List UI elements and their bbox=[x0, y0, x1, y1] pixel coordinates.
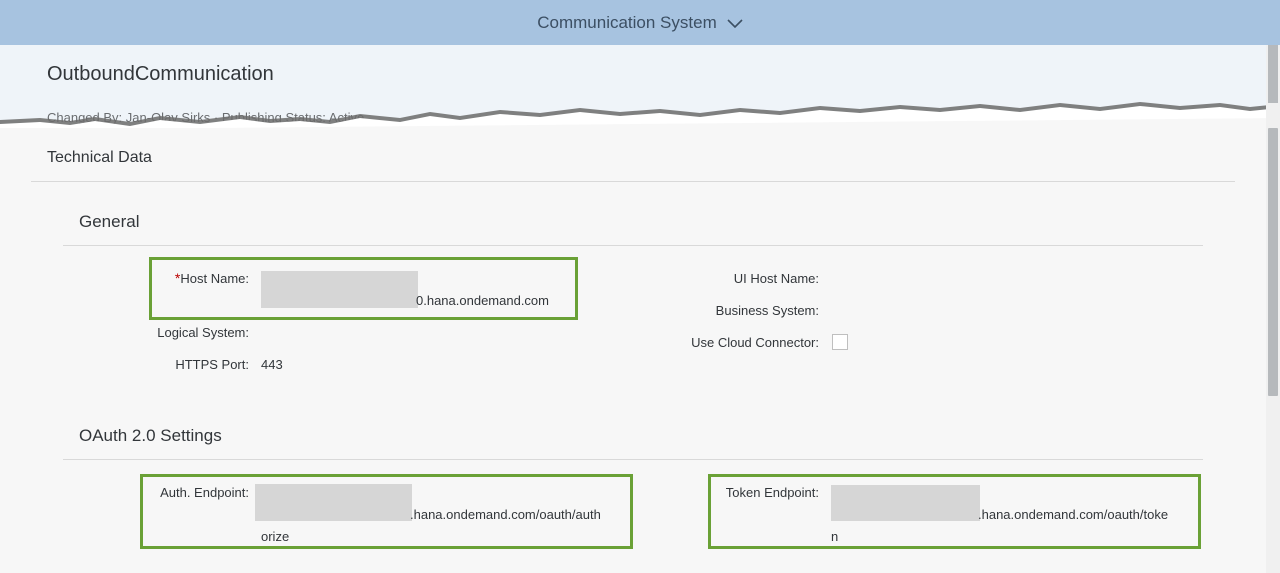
auth-endpoint-value-line2: orize bbox=[261, 529, 290, 544]
business-system-label: Business System: bbox=[715, 303, 819, 318]
cloud-connector-checkbox[interactable] bbox=[832, 334, 848, 350]
app-title-menu[interactable]: Communication System bbox=[537, 13, 743, 33]
auth-endpoint-label: Auth. Endpoint: bbox=[160, 485, 249, 500]
app-title: Communication System bbox=[537, 12, 717, 32]
token-endpoint-label: Token Endpoint: bbox=[725, 485, 819, 500]
token-endpoint-value-line1: .hana.ondemand.com/oauth/toke bbox=[978, 507, 1169, 522]
subsection-oauth: OAuth 2.0 Settings bbox=[79, 426, 222, 445]
shell-bar: Communication System bbox=[0, 0, 1280, 45]
logical-system-label: Logical System: bbox=[157, 325, 249, 340]
host-name-value: 0.hana.ondemand.com bbox=[416, 293, 549, 308]
divider bbox=[63, 245, 1203, 246]
redacted-auth-endpoint bbox=[255, 484, 412, 521]
https-port-value: 443 bbox=[261, 357, 283, 372]
section-technical-data: Technical Data bbox=[47, 149, 152, 166]
divider bbox=[31, 181, 1235, 182]
auth-endpoint-value-line1: .hana.ondemand.com/oauth/auth bbox=[410, 507, 601, 522]
cloud-connector-label: Use Cloud Connector: bbox=[691, 335, 819, 350]
redacted-token-endpoint bbox=[831, 485, 980, 521]
token-endpoint-value-line2: n bbox=[831, 529, 839, 544]
https-port-label: HTTPS Port: bbox=[175, 357, 249, 372]
subsection-general: General bbox=[79, 212, 140, 231]
host-name-label: *Host Name: bbox=[174, 270, 249, 286]
ui-host-name-label: UI Host Name: bbox=[733, 271, 819, 286]
redacted-host-name bbox=[261, 271, 418, 308]
divider bbox=[63, 459, 1203, 460]
scrollbar-thumb-header[interactable] bbox=[1268, 45, 1278, 103]
chevron-down-icon bbox=[727, 18, 743, 28]
page-title: OutboundCommunication bbox=[47, 63, 274, 85]
scrollbar-thumb[interactable] bbox=[1268, 128, 1278, 396]
